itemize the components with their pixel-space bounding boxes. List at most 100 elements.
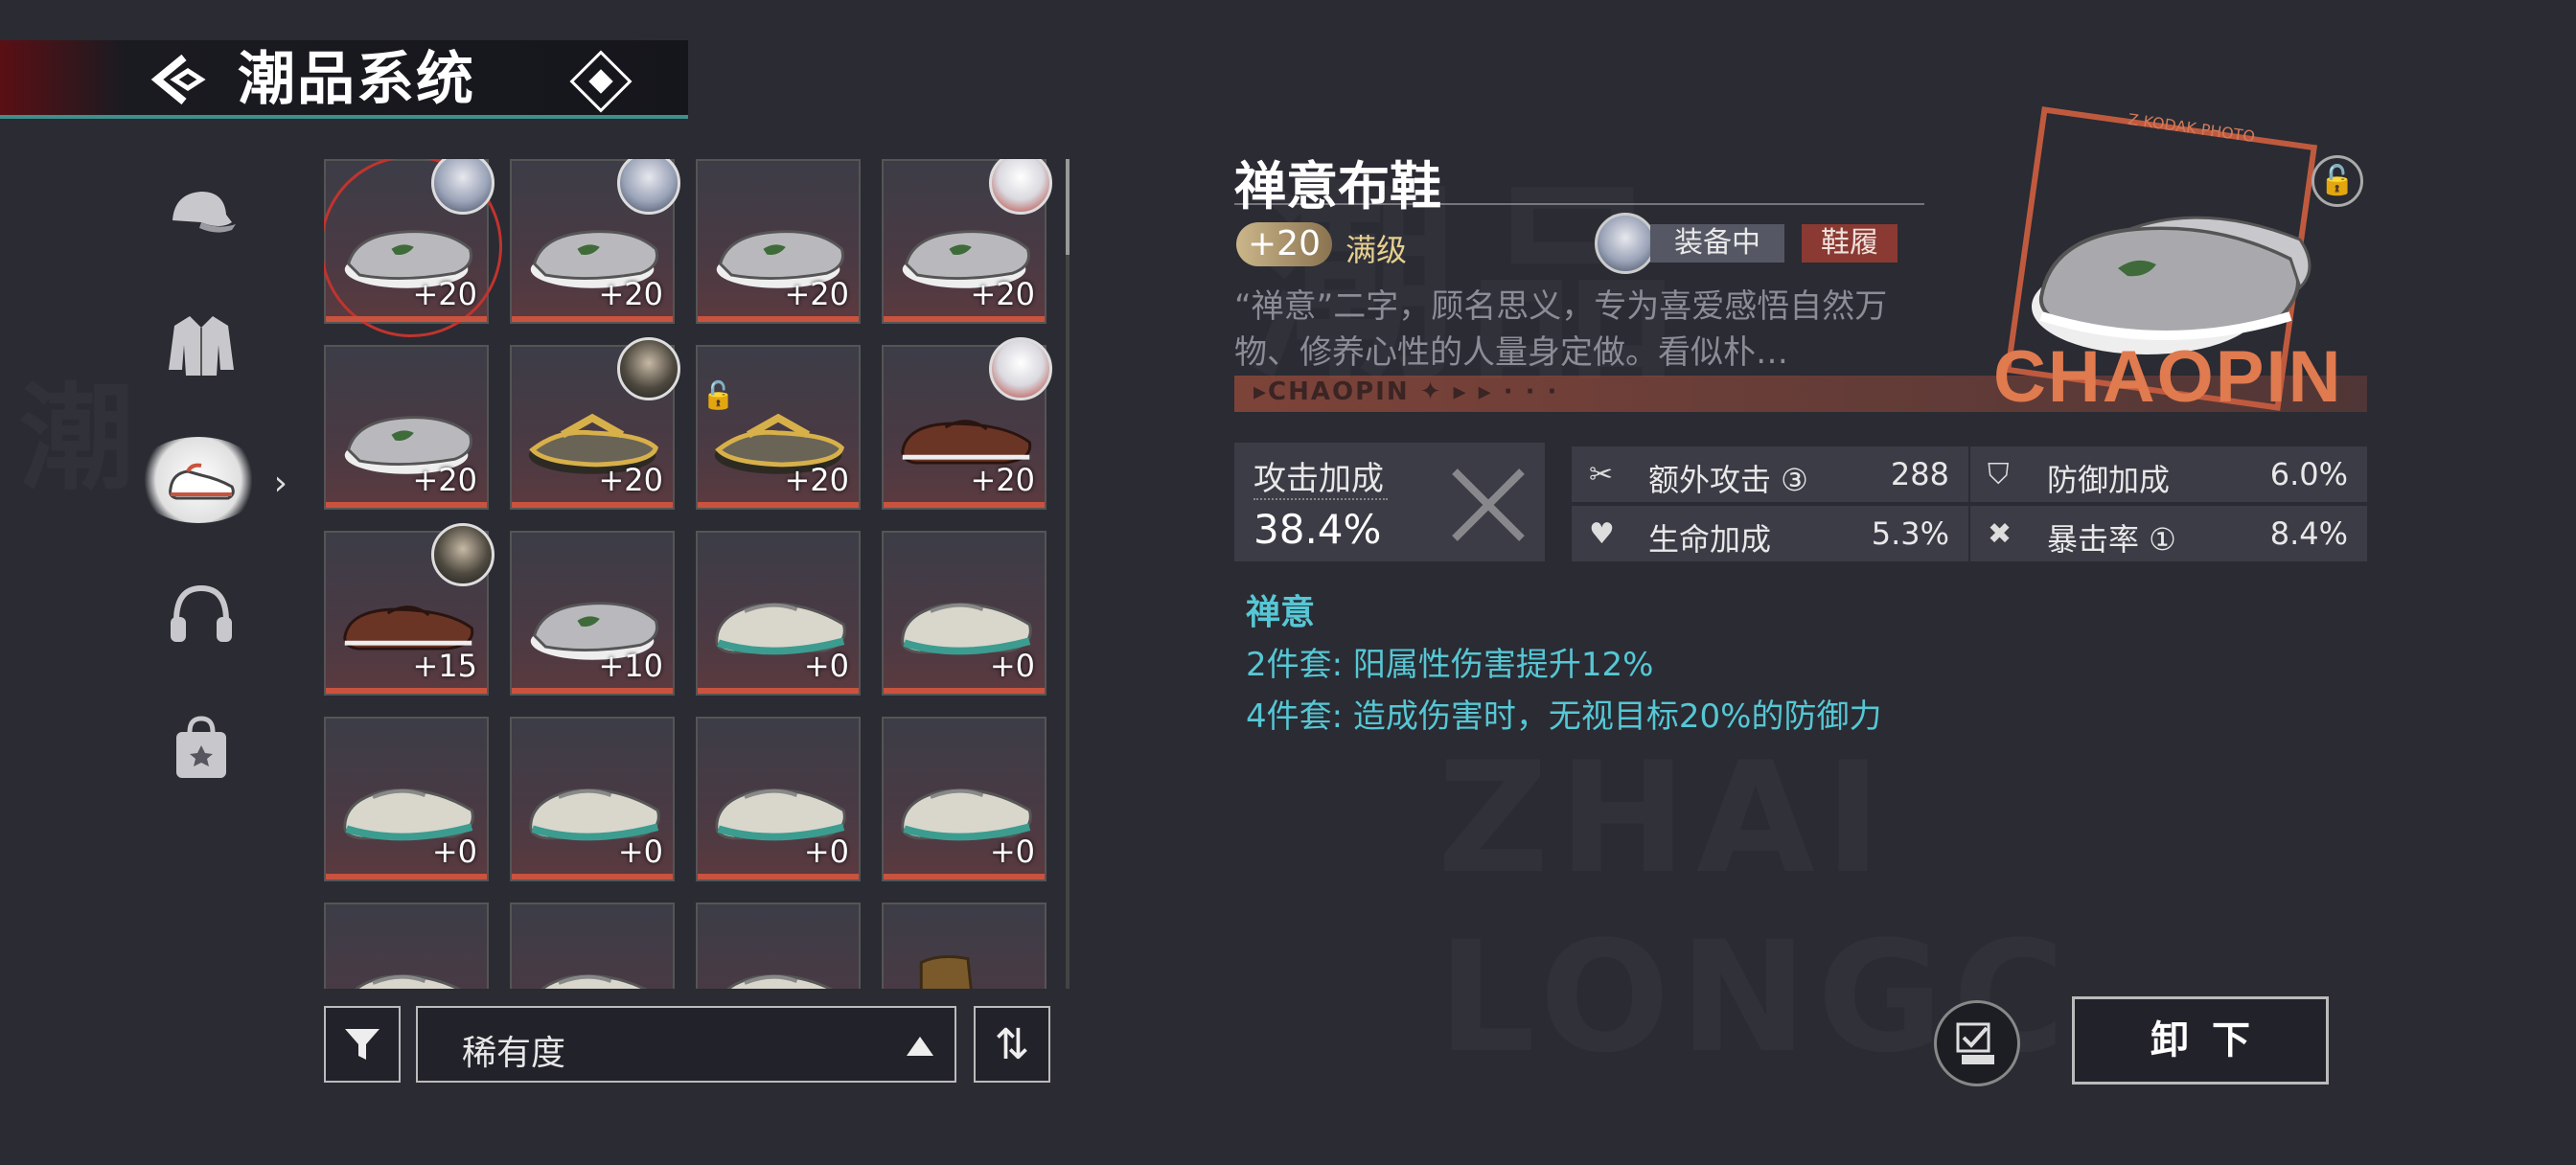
back-button[interactable]: [146, 52, 215, 107]
inventory-item[interactable]: +0: [882, 717, 1046, 881]
headphones-icon: [171, 584, 232, 642]
inventory-item[interactable]: +20: [510, 159, 680, 324]
crossed-swords-icon: [1452, 468, 1525, 541]
item-level: +20: [412, 276, 477, 312]
item-level: +0: [989, 834, 1035, 870]
shoe-icon: [169, 463, 235, 500]
item-name: 禅意布鞋: [1234, 155, 1441, 217]
category-jacket[interactable]: [144, 297, 259, 393]
diamond-icon[interactable]: [569, 50, 632, 113]
item-level: +20: [784, 462, 849, 498]
inventory-item[interactable]: [696, 902, 861, 989]
inventory-item[interactable]: +0: [696, 717, 861, 881]
item-level: +20: [412, 462, 477, 498]
category-headphones[interactable]: [144, 565, 259, 661]
sub-stat: ✂ 额外攻击 ③ 288: [1572, 446, 1968, 502]
set-effect: 2件套: 阳属性伤害提升12%: [1246, 646, 1654, 684]
category-bag[interactable]: [144, 699, 259, 795]
filter-icon: [345, 1029, 380, 1060]
scrollbar-thumb[interactable]: [1066, 159, 1070, 255]
page-title: 潮品系统: [238, 46, 475, 113]
item-level: +20: [970, 462, 1035, 498]
inventory-item[interactable]: +0: [882, 531, 1046, 696]
bag-icon: [176, 716, 226, 778]
page-header: 潮品系统: [0, 40, 688, 119]
item-level: +20: [784, 276, 849, 312]
sort-dropdown[interactable]: 稀有度: [416, 1006, 956, 1083]
item-thumbnail: [540, 974, 648, 989]
item-thumbnail: [726, 974, 834, 989]
inventory-item[interactable]: +0: [324, 717, 489, 881]
cap-icon: [172, 192, 236, 233]
inventory-item[interactable]: [510, 902, 675, 989]
chevron-right-icon: ›: [273, 464, 288, 503]
main-stat: 攻击加成 38.4%: [1234, 443, 1545, 561]
filter-button[interactable]: [324, 1006, 401, 1083]
level-badge: +20: [1236, 222, 1332, 266]
item-level: +0: [803, 648, 849, 684]
banner-text: ▸CHAOPIN ✦ ▸ ▸ · · ·: [1254, 377, 1559, 406]
sub-stat: ✖ 暴击率 ① 8.4%: [1970, 506, 2367, 561]
main-stat-label: 攻击加成: [1254, 460, 1384, 498]
equipped-avatar: [989, 337, 1052, 400]
inventory-item[interactable]: [324, 902, 489, 989]
jacket-icon: [169, 316, 234, 376]
item-level: +0: [803, 834, 849, 870]
lock-icon[interactable]: 🔓: [2312, 155, 2363, 207]
category-cap[interactable]: [144, 163, 259, 259]
unequip-button[interactable]: 卸下: [2072, 996, 2329, 1085]
inventory-item[interactable]: +20: [510, 337, 680, 510]
inventory-item[interactable]: +20: [324, 345, 489, 510]
defense-icon: ⛉: [1988, 458, 2010, 491]
item-level: +15: [412, 648, 477, 684]
inventory-item[interactable]: +20: [882, 159, 1052, 324]
inventory-item[interactable]: +15: [324, 523, 494, 696]
item-showcase: Z KODAK PHOTO CHAOPIN: [1955, 105, 2377, 422]
inventory-item[interactable]: 🔓 +20: [696, 345, 861, 510]
crit-icon: ✖: [1988, 517, 2012, 551]
sub-stat-label: 生命加成: [1648, 521, 1772, 558]
sort-label: 稀有度: [462, 1034, 566, 1073]
equipped-avatar: [989, 159, 1052, 215]
set-name: 禅意: [1246, 593, 1316, 632]
item-description: “禅意”二字，顾名思义，专为喜爱感悟自然万物、修养心性的人量身定做。看似朴…: [1234, 287, 1888, 372]
sort-order-icon: ⇅: [994, 1019, 1030, 1069]
lock-icon: 🔓: [702, 379, 735, 411]
inventory-item[interactable]: +0: [510, 717, 675, 881]
item-level: +10: [598, 648, 663, 684]
equipped-character-avatar[interactable]: [1595, 213, 1656, 274]
batch-select-button[interactable]: [1934, 1000, 2020, 1086]
inventory-item[interactable]: +0: [696, 531, 861, 696]
set-effect: 4件套: 造成伤害时，无视目标20%的防御力: [1246, 697, 1882, 736]
sub-stat-label: 防御加成: [2047, 462, 2171, 498]
item-grid[interactable]: +20 +20 +20 +20 +20 +20 🔓 +20 +20 +15 +10 +0 +0 +0 +0 +…: [324, 159, 1052, 989]
equipped-avatar: [431, 523, 494, 586]
inventory-item[interactable]: +20: [882, 337, 1052, 510]
inventory-item[interactable]: +20: [324, 159, 528, 363]
sub-stat: ⛉ 防御加成 6.0%: [1970, 446, 2367, 502]
item-thumbnail: [355, 974, 462, 989]
item-level: +20: [970, 276, 1035, 312]
health-icon: ♥: [1589, 517, 1615, 551]
caret-up-icon: [907, 1037, 933, 1056]
sub-stat-value: 288: [1890, 456, 1949, 492]
inventory-item[interactable]: [882, 902, 1046, 989]
main-stat-value: 38.4%: [1254, 506, 1382, 553]
item-level: +20: [598, 276, 663, 312]
checklist-icon: [1956, 1022, 1994, 1064]
inventory-item[interactable]: +20: [696, 159, 861, 324]
item-level: +0: [431, 834, 477, 870]
max-level-label: 满级: [1346, 232, 1408, 268]
extra-attack-icon: ✂: [1589, 458, 1614, 491]
sub-stat-value: 6.0%: [2269, 456, 2348, 492]
equipped-avatar: [617, 337, 680, 400]
sub-stat-value: 8.4%: [2269, 515, 2348, 552]
item-level: +0: [989, 648, 1035, 684]
sort-order-button[interactable]: ⇅: [974, 1006, 1050, 1083]
dotted-divider: [1254, 498, 1388, 500]
divider: [1234, 203, 1924, 205]
equipped-avatar: [617, 159, 680, 215]
category-shoes[interactable]: ›: [134, 431, 288, 527]
inventory-item[interactable]: +10: [510, 531, 675, 696]
grid-scrollbar[interactable]: [1066, 159, 1070, 989]
